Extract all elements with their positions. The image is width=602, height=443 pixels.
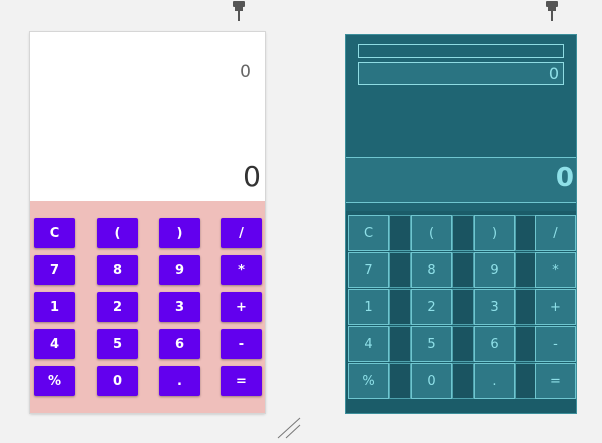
blueprint-key-divide[interactable]: / [535, 215, 576, 251]
key-multiply[interactable]: * [221, 255, 262, 285]
design-preview[interactable]: 0 0 C ( ) / 7 8 9 * 1 2 3 + 4 5 6 - % 0 … [30, 32, 265, 413]
key-decimal[interactable]: . [159, 366, 200, 396]
blueprint-key-6[interactable]: 6 [474, 326, 515, 362]
key-7[interactable]: 7 [34, 255, 75, 285]
key-3[interactable]: 3 [159, 292, 200, 322]
key-9[interactable]: 9 [159, 255, 200, 285]
blueprint-key-equals[interactable]: = [535, 363, 576, 399]
blueprint-expression-box: 0 [358, 62, 564, 85]
blueprint-preview[interactable]: 0 0 C ( ) / 7 8 9 * 1 2 3 + 4 5 6 - % 0 … [346, 35, 576, 413]
resize-handle-icon[interactable] [276, 416, 302, 439]
blueprint-key-multiply[interactable]: * [535, 252, 576, 288]
blueprint-key-percent[interactable]: % [348, 363, 389, 399]
key-equals[interactable]: = [221, 366, 262, 396]
key-close-paren[interactable]: ) [159, 218, 200, 248]
calculator-display: 0 0 [30, 32, 265, 201]
key-open-paren[interactable]: ( [97, 218, 138, 248]
key-percent[interactable]: % [34, 366, 75, 396]
blueprint-key-7[interactable]: 7 [348, 252, 389, 288]
pin-icon[interactable] [231, 0, 247, 22]
key-divide[interactable]: / [221, 218, 262, 248]
blueprint-key-8[interactable]: 8 [411, 252, 452, 288]
blueprint-key-decimal[interactable]: . [474, 363, 515, 399]
blueprint-key-1[interactable]: 1 [348, 289, 389, 325]
blueprint-result-area: 0 [346, 157, 576, 203]
blueprint-key-plus[interactable]: + [535, 289, 576, 325]
result-text: 0 [243, 160, 261, 193]
key-4[interactable]: 4 [34, 329, 75, 359]
blueprint-key-9[interactable]: 9 [474, 252, 515, 288]
blueprint-keypad: C ( ) / 7 8 9 * 1 2 3 + 4 5 6 - % 0 . = [346, 211, 576, 413]
key-2[interactable]: 2 [97, 292, 138, 322]
blueprint-key-0[interactable]: 0 [411, 363, 452, 399]
key-6[interactable]: 6 [159, 329, 200, 359]
key-8[interactable]: 8 [97, 255, 138, 285]
blueprint-key-4[interactable]: 4 [348, 326, 389, 362]
pin-icon[interactable] [544, 0, 560, 22]
keypad: C ( ) / 7 8 9 * 1 2 3 + 4 5 6 - % 0 . = [30, 201, 265, 413]
blueprint-key-3[interactable]: 3 [474, 289, 515, 325]
blueprint-result-text: 0 [555, 163, 574, 193]
blueprint-key-minus[interactable]: - [535, 326, 576, 362]
key-minus[interactable]: - [221, 329, 262, 359]
blueprint-key-5[interactable]: 5 [411, 326, 452, 362]
blueprint-key-open-paren[interactable]: ( [411, 215, 452, 251]
expression-text: 0 [240, 62, 251, 82]
key-5[interactable]: 5 [97, 329, 138, 359]
blueprint-key-close-paren[interactable]: ) [474, 215, 515, 251]
key-clear[interactable]: C [34, 218, 75, 248]
key-0[interactable]: 0 [97, 366, 138, 396]
key-1[interactable]: 1 [34, 292, 75, 322]
key-plus[interactable]: + [221, 292, 262, 322]
blueprint-expression-text: 0 [548, 64, 559, 83]
blueprint-key-clear[interactable]: C [348, 215, 389, 251]
blueprint-expression-outline [358, 44, 564, 58]
blueprint-key-2[interactable]: 2 [411, 289, 452, 325]
